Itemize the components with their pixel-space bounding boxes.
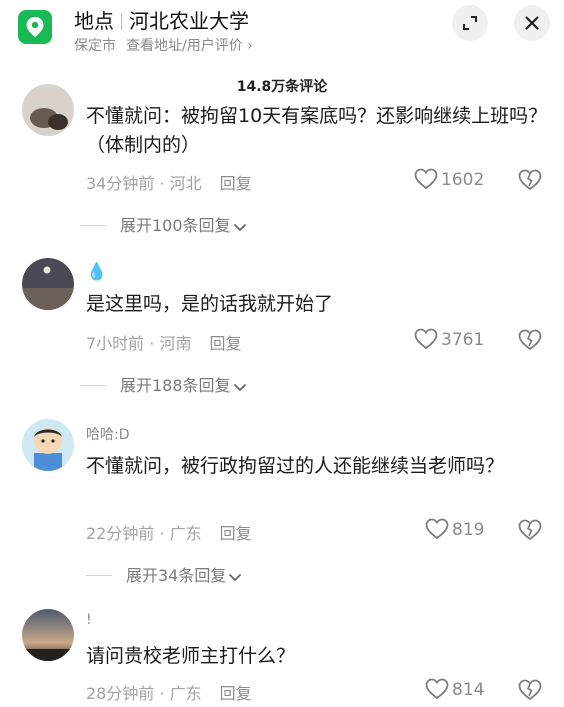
chevron-down-icon — [229, 573, 242, 582]
title-divider — [121, 13, 122, 30]
comment-text: 请问贵校老师主打什么？ — [86, 645, 296, 667]
expand-replies[interactable]: 展开34条回复 — [86, 562, 242, 586]
comment-text: 是这里吗，是的话我就开始了 — [86, 293, 334, 315]
heart-icon — [425, 518, 449, 540]
like-count: 819 — [452, 520, 485, 540]
like-count: 1602 — [441, 170, 485, 190]
expand-replies-label: 展开188条回复 — [120, 376, 231, 395]
avatar[interactable] — [22, 609, 74, 661]
avatar[interactable] — [22, 419, 74, 471]
expand-replies[interactable]: 展开100条回复 — [80, 212, 247, 236]
username[interactable]: ! — [86, 612, 92, 628]
location-title: 河北农业大学 — [129, 9, 249, 33]
comment-text: 不懂就问：被拘留10天有案底吗？还影响继续上班吗？（体制内的） — [86, 105, 548, 156]
dislike-button[interactable] — [517, 519, 543, 545]
close-icon — [525, 16, 539, 30]
reply-button[interactable]: 回复 — [220, 174, 252, 193]
comment-count: 14.8万条评论 — [236, 79, 328, 95]
comment-time-location: 22分钟前 · 广东 — [86, 524, 202, 543]
avatar[interactable] — [22, 84, 74, 136]
city-label: 保定市 — [74, 38, 116, 54]
reply-button[interactable]: 回复 — [220, 684, 252, 703]
expand-replies[interactable]: 展开188条回复 — [80, 372, 247, 396]
comment-meta: 34分钟前 · 河北 回复 — [86, 170, 252, 194]
dislike-button[interactable] — [517, 679, 543, 705]
username[interactable]: 哈哈:D — [86, 424, 130, 444]
comment-time-location: 34分钟前 · 河北 — [86, 174, 202, 193]
comment-time-location: 7小时前 · 河南 — [86, 334, 192, 353]
like-count: 3761 — [441, 330, 485, 350]
like-count: 814 — [452, 680, 485, 700]
chevron-down-icon — [233, 223, 246, 232]
like-button[interactable]: 3761 — [414, 328, 484, 350]
like-button[interactable]: 1602 — [414, 168, 484, 190]
dislike-button[interactable] — [517, 169, 543, 195]
broken-heart-icon — [518, 519, 542, 541]
username[interactable]: 💧 — [86, 262, 107, 282]
comment-meta: 22分钟前 · 广东 回复 — [86, 520, 252, 544]
chevron-down-icon — [233, 383, 246, 392]
close-button[interactable] — [514, 5, 550, 41]
reply-button[interactable]: 回复 — [209, 334, 241, 353]
reply-button[interactable]: 回复 — [220, 524, 252, 543]
title-prefix: 地点 — [74, 9, 114, 33]
view-address-link[interactable]: 查看地址/用户评价 › — [126, 38, 253, 54]
like-button[interactable]: 814 — [425, 678, 484, 700]
page-title: 地点 河北农业大学 — [74, 5, 249, 34]
comment-meta: 7小时前 · 河南 回复 — [86, 330, 241, 354]
header-bar: 地点 河北农业大学 保定市 查看地址/用户评价 › — [0, 0, 564, 64]
location-subtitle: 保定市 查看地址/用户评价 › — [74, 35, 253, 55]
broken-heart-icon — [518, 679, 542, 701]
dislike-button[interactable] — [517, 329, 543, 355]
comment-time-location: 28分钟前 · 广东 — [86, 684, 202, 703]
heart-icon — [414, 168, 438, 190]
expand-replies-label: 展开34条回复 — [126, 566, 227, 585]
heart-icon — [414, 328, 438, 350]
like-button[interactable]: 819 — [425, 518, 484, 540]
broken-heart-icon — [518, 169, 542, 191]
heart-icon — [425, 678, 449, 700]
broken-heart-icon — [518, 329, 542, 351]
minimize-icon — [463, 16, 477, 30]
avatar[interactable] — [22, 258, 74, 310]
expand-replies-label: 展开100条回复 — [120, 216, 231, 235]
comment-text: 不懂就问，被行政拘留过的人还能继续当老师吗？ — [86, 455, 505, 477]
minimize-button[interactable] — [452, 5, 488, 41]
location-pin-icon — [18, 10, 52, 44]
comment-meta: 28分钟前 · 广东 回复 — [86, 680, 252, 704]
